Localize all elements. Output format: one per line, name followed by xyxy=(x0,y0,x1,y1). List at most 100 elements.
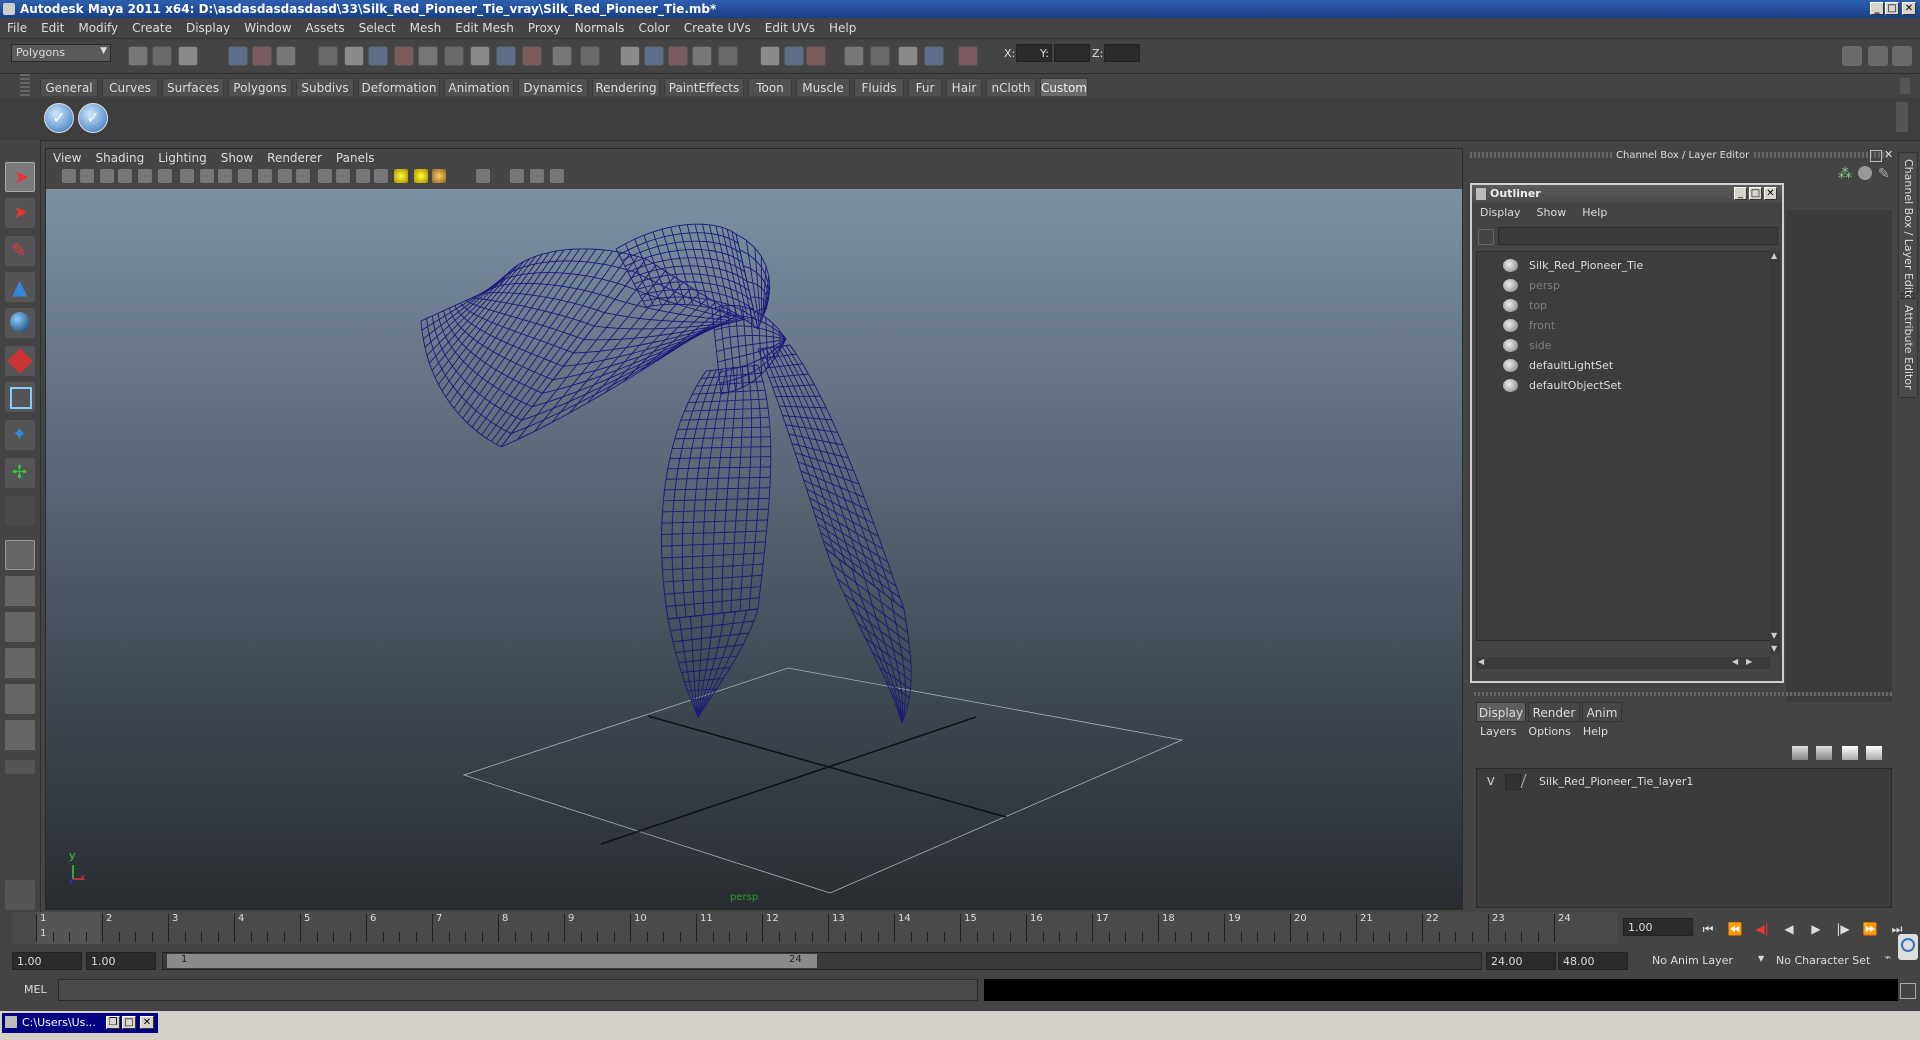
preferences-icon[interactable] xyxy=(1898,934,1918,960)
hypershade-layout-icon[interactable] xyxy=(5,684,35,714)
shelf-tab-hair[interactable]: Hair xyxy=(946,78,982,96)
play-backward-icon[interactable]: ◀ xyxy=(1779,920,1799,938)
shelf-tab-rendering[interactable]: Rendering xyxy=(592,78,660,96)
menu-assets[interactable]: Assets xyxy=(299,18,352,38)
outliner-search-input[interactable] xyxy=(1498,227,1778,245)
viewport-toolbar-icon[interactable] xyxy=(138,169,152,183)
layer-menu-help[interactable]: Help xyxy=(1577,722,1614,742)
command-input[interactable] xyxy=(58,979,978,1001)
persp-outliner-layout-icon[interactable] xyxy=(5,612,35,642)
scroll-left-icon[interactable]: ◀ xyxy=(1478,657,1484,666)
menu-modify[interactable]: Modify xyxy=(71,18,125,38)
tool-settings-toggle-icon[interactable] xyxy=(1892,46,1912,66)
status-tool-icon[interactable] xyxy=(418,46,438,66)
menu-color[interactable]: Color xyxy=(631,18,676,38)
status-tool-icon[interactable] xyxy=(784,46,804,66)
viewport-toolbar-icon[interactable] xyxy=(550,169,564,183)
status-tool-icon[interactable] xyxy=(496,46,516,66)
status-tool-icon[interactable] xyxy=(522,46,542,66)
status-tool-icon[interactable] xyxy=(444,46,464,66)
shelf-tab-curves[interactable]: Curves xyxy=(102,78,158,96)
shelf-tab-fur[interactable]: Fur xyxy=(908,78,942,96)
step-forward-frame-icon[interactable]: |▶ xyxy=(1833,920,1853,938)
outliner-item[interactable]: side xyxy=(1503,336,1552,356)
outliner-item[interactable]: top xyxy=(1503,296,1547,316)
status-tool-icon[interactable] xyxy=(470,46,490,66)
outliner-vscrollbar[interactable]: ▲ ▼ ▼ xyxy=(1770,251,1780,655)
status-tool-icon[interactable] xyxy=(760,46,780,66)
last-tool-icon[interactable] xyxy=(5,496,35,526)
viewport-toolbar-icon[interactable] xyxy=(476,169,490,183)
viewport-toolbar-icon[interactable] xyxy=(158,169,172,183)
layer-visibility-toggle[interactable]: V xyxy=(1487,775,1495,788)
shelf-tab-deformation[interactable]: Deformation xyxy=(358,78,440,96)
layout-options-icon[interactable] xyxy=(5,760,35,774)
status-tool-icon[interactable] xyxy=(178,46,198,66)
scroll-down-icon[interactable]: ▼ xyxy=(1771,631,1777,640)
time-slider[interactable]: 1 2 3 4 5 6 7 8 9 10 11 12 13 14 15 16 17 18 19 20 21 22 23 24 1… xyxy=(0,912,1920,946)
show-manipulator-icon[interactable]: ✢ xyxy=(5,458,35,488)
menu-edit-mesh[interactable]: Edit Mesh xyxy=(448,18,521,38)
playback-start-field[interactable]: 1.00 xyxy=(86,952,156,970)
shelf-tab-surfaces[interactable]: Surfaces xyxy=(162,78,224,96)
status-tool-icon[interactable] xyxy=(620,46,640,66)
outliner-item[interactable]: persp xyxy=(1503,276,1560,296)
shelf-tab-general[interactable]: General xyxy=(40,78,98,96)
shelf-tool-checkmark-icon[interactable]: ✓ xyxy=(44,103,74,133)
viewport-toolbar-icon[interactable] xyxy=(238,169,252,183)
viewport-toolbar-icon[interactable] xyxy=(374,169,388,183)
shelf-tab-ncloth[interactable]: nCloth xyxy=(986,78,1036,96)
current-frame-field[interactable]: 1.00 xyxy=(1623,918,1693,936)
shelf-tab-animation[interactable]: Animation xyxy=(444,78,514,96)
viewport-menu-show[interactable]: Show xyxy=(214,149,260,167)
play-forward-icon[interactable]: ▶ xyxy=(1806,920,1826,938)
viewport-toolbar-icon[interactable] xyxy=(218,169,232,183)
outliner-item[interactable]: front xyxy=(1503,316,1555,336)
manipulator-tool-icon[interactable] xyxy=(5,382,35,412)
viewport-menu-renderer[interactable]: Renderer xyxy=(260,149,329,167)
quick-layout-icon[interactable] xyxy=(5,880,35,910)
status-tool-icon[interactable] xyxy=(806,46,826,66)
outliner-menu-help[interactable]: Help xyxy=(1574,203,1615,223)
status-tool-icon[interactable] xyxy=(692,46,712,66)
shelf-tab-dynamics[interactable]: Dynamics xyxy=(518,78,588,96)
viewport-toolbar-icon[interactable] xyxy=(258,169,272,183)
shelf-scroll-icon[interactable] xyxy=(1900,78,1910,94)
shelf-tab-polygons[interactable]: Polygons xyxy=(228,78,292,96)
status-tool-icon[interactable] xyxy=(924,46,944,66)
step-forward-key-icon[interactable]: ⏩ xyxy=(1860,920,1880,938)
channel-box-toggle-icon[interactable] xyxy=(1842,46,1862,66)
perspective-viewport[interactable]: View Shading Lighting Show Renderer Panels y … xyxy=(45,148,1463,910)
status-tool-icon[interactable] xyxy=(128,46,148,66)
outliner-maximize-button[interactable]: □ xyxy=(1749,187,1762,200)
outliner-menu-show[interactable]: Show xyxy=(1529,203,1575,223)
status-tool-icon[interactable] xyxy=(644,46,664,66)
menu-create-uvs[interactable]: Create UVs xyxy=(677,18,758,38)
status-tool-icon[interactable] xyxy=(318,46,338,66)
range-slider-track[interactable]: 1 24 xyxy=(162,952,1482,970)
viewport-toolbar-icon[interactable] xyxy=(414,169,428,183)
viewport-toolbar-icon[interactable] xyxy=(62,169,76,183)
move-tool-icon[interactable]: ▲ xyxy=(5,272,35,302)
anim-layer-dropdown[interactable]: No Anim Layer ▼ xyxy=(1648,952,1764,970)
viewport-menu-view[interactable]: View xyxy=(46,149,88,167)
panel-float-button[interactable] xyxy=(1870,150,1882,162)
shelf-tab-muscle[interactable]: Muscle xyxy=(796,78,850,96)
layer-tab-anim[interactable]: Anim xyxy=(1582,702,1622,722)
rotate-tool-icon[interactable] xyxy=(5,308,35,338)
viewport-toolbar-icon[interactable] xyxy=(200,169,214,183)
viewport-menu-panels[interactable]: Panels xyxy=(329,149,382,167)
menu-create[interactable]: Create xyxy=(125,18,179,38)
layer-color-swatch[interactable] xyxy=(1520,774,1537,788)
minimize-button[interactable]: _ xyxy=(1870,2,1884,15)
lasso-tool-icon[interactable]: ➤ xyxy=(5,198,35,228)
layer-row[interactable]: V Silk_Red_Pioneer_Tie_layer1 xyxy=(1477,773,1891,791)
layer-tab-render[interactable]: Render xyxy=(1528,702,1580,722)
persp-graph-layout-icon[interactable] xyxy=(5,648,35,678)
status-tool-icon[interactable] xyxy=(394,46,414,66)
outliner-close-button[interactable]: ✕ xyxy=(1764,187,1777,200)
status-tool-icon[interactable] xyxy=(580,46,600,66)
time-ruler[interactable]: 1 2 3 4 5 6 7 8 9 10 11 12 13 14 15 16 17 18 19 20 21 22 23 24 1 xyxy=(12,912,1618,944)
soft-mod-tool-icon[interactable]: ✦ xyxy=(5,420,35,450)
attribute-editor-side-tab[interactable]: Attribute Editor xyxy=(1898,298,1918,398)
